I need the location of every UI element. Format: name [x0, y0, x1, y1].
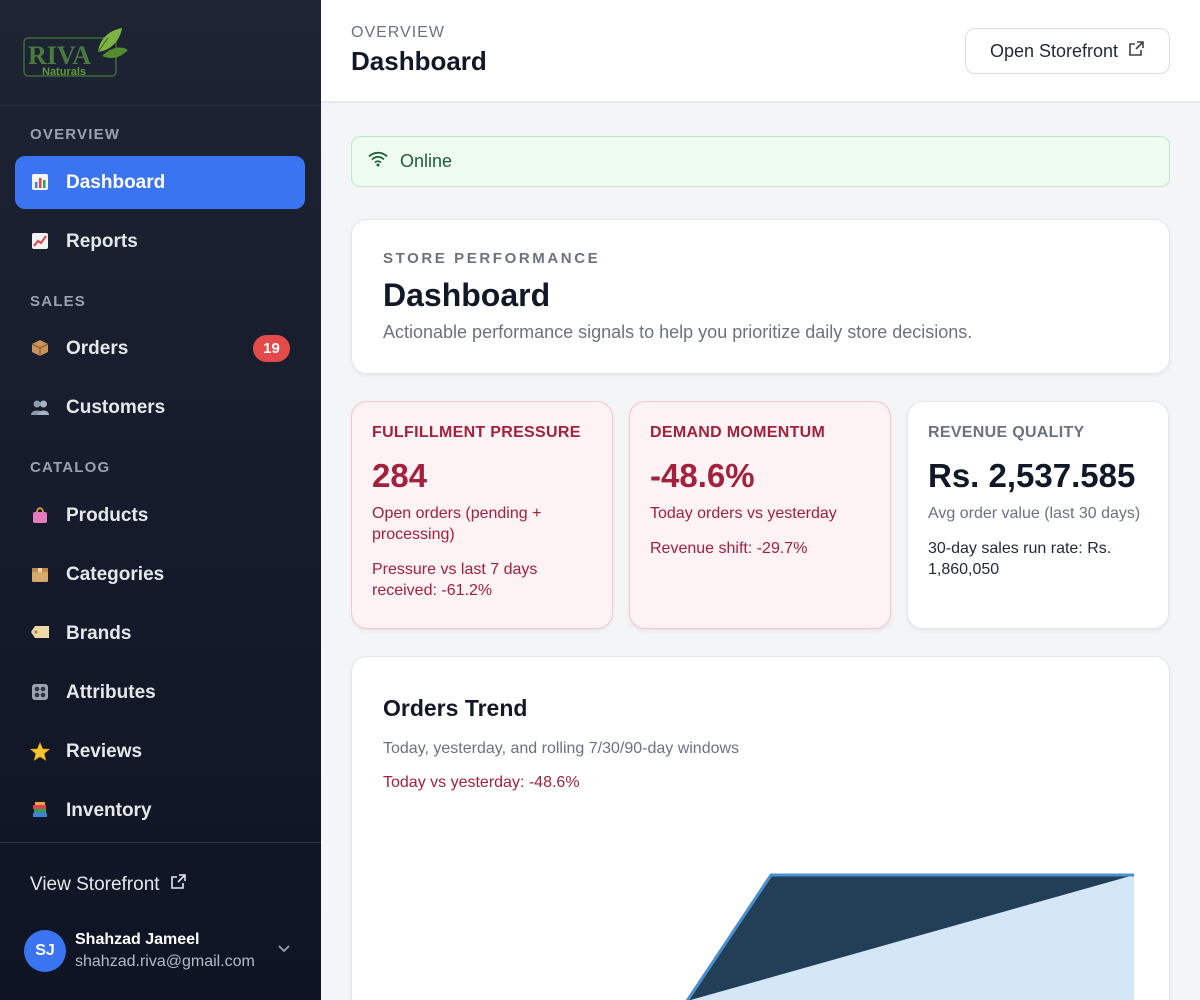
line-chart-icon — [30, 232, 50, 252]
kpi-card-revenue-quality: REVENUE QUALITY Rs. 2,537.585 Avg order … — [907, 401, 1169, 629]
kpi-value: -48.6% — [650, 457, 755, 494]
sidebar-item-inventory[interactable]: Inventory — [15, 784, 305, 837]
sidebar-item-label: Dashboard — [66, 171, 166, 193]
sidebar-item-orders[interactable]: Orders 19 — [15, 322, 305, 375]
nav-section-overview: OVERVIEW — [30, 126, 121, 143]
kpi-label: DEMAND MOMENTUM — [650, 424, 826, 441]
user-name: Shahzad Jameel — [75, 931, 200, 948]
sidebar-footer: View Storefront SJ Shahzad Jameel shahza… — [0, 842, 321, 1000]
external-link-icon — [170, 873, 187, 896]
orders-count-badge: 19 — [253, 335, 290, 362]
package-icon — [30, 339, 50, 359]
orders-trend-subtitle: Today, yesterday, and rolling 7/30/90-da… — [383, 740, 740, 757]
open-storefront-button[interactable]: Open Storefront — [965, 28, 1170, 74]
online-status-label: Online — [400, 151, 453, 171]
kpi-label: FULFILLMENT PRESSURE — [372, 424, 581, 441]
hero-eyebrow: STORE PERFORMANCE — [383, 250, 601, 267]
kpi-subtitle: Today orders vs yesterday — [650, 505, 837, 522]
bar-chart-icon — [30, 173, 50, 193]
hero-description: Actionable performance signals to help y… — [383, 322, 973, 342]
orders-trend-title: Orders Trend — [383, 695, 528, 721]
view-storefront-link[interactable]: View Storefront — [30, 873, 187, 896]
view-storefront-label: View Storefront — [30, 873, 160, 895]
online-status-banner: Online — [351, 136, 1170, 187]
kpi-note: 30-day sales run rate: Rs. 1,860,050 — [928, 540, 1112, 578]
kpi-note: Revenue shift: -29.7% — [650, 540, 808, 557]
chevron-down-icon[interactable] — [276, 940, 292, 961]
store-performance-card: STORE PERFORMANCE Dashboard Actionable p… — [351, 219, 1170, 374]
sidebar-item-products[interactable]: Products — [15, 489, 305, 542]
sidebar-item-label: Reviews — [66, 740, 143, 762]
sidebar: RIVA Naturals OVERVIEW Dashboard Reports… — [0, 0, 321, 1000]
kpi-subtitle: Open orders (pending + processing) — [372, 505, 542, 543]
box-icon — [30, 565, 50, 585]
orders-trend-note: Today vs yesterday: -48.6% — [383, 774, 580, 791]
kpi-label: REVENUE QUALITY — [928, 424, 1085, 441]
kpi-note: Pressure vs last 7 days received: -61.2% — [372, 561, 538, 599]
external-link-icon — [1128, 40, 1145, 62]
sidebar-item-label: Products — [66, 504, 149, 526]
sidebar-item-label: Reports — [66, 230, 138, 252]
sidebar-item-reports[interactable]: Reports — [15, 215, 305, 268]
open-storefront-label: Open Storefront — [989, 40, 1119, 61]
page-title: Dashboard — [351, 46, 487, 76]
control-knobs-icon — [30, 683, 50, 703]
sidebar-item-label: Brands — [66, 622, 132, 644]
nav-section-sales: SALES — [30, 293, 87, 310]
sidebar-item-customers[interactable]: Customers — [15, 381, 305, 434]
star-icon — [29, 741, 51, 762]
svg-text:Naturals: Naturals — [42, 66, 86, 78]
sidebar-item-label: Orders — [66, 337, 129, 359]
kpi-value: Rs. 2,537.585 — [928, 457, 1136, 494]
sidebar-item-reviews[interactable]: Reviews — [15, 725, 305, 778]
sidebar-item-label: Categories — [66, 563, 165, 585]
tag-icon — [30, 624, 50, 644]
books-icon — [30, 801, 50, 821]
sidebar-item-label: Customers — [66, 396, 166, 418]
orders-trend-card: Orders Trend Today, yesterday, and rolli… — [351, 656, 1170, 1000]
nav-section-catalog: CATALOG — [30, 459, 111, 476]
kpi-card-demand-momentum: DEMAND MOMENTUM -48.6% Today orders vs y… — [629, 401, 891, 629]
avatar[interactable]: SJ — [24, 930, 66, 972]
sidebar-item-attributes[interactable]: Attributes — [15, 666, 305, 719]
hero-title: Dashboard — [383, 277, 551, 313]
sidebar-item-dashboard[interactable]: Dashboard — [15, 156, 305, 209]
users-icon — [30, 398, 50, 418]
sidebar-item-label: Attributes — [66, 681, 156, 703]
kpi-value: 284 — [372, 457, 428, 494]
sidebar-item-label: Inventory — [66, 799, 152, 821]
kpi-subtitle: Avg order value (last 30 days) — [928, 505, 1141, 522]
wifi-icon — [368, 151, 388, 172]
top-header: OVERVIEW Dashboard Open Storefront — [321, 0, 1200, 103]
sidebar-item-categories[interactable]: Categories — [15, 548, 305, 601]
sidebar-item-brands[interactable]: Brands — [15, 607, 305, 660]
user-email: shahzad.riva@gmail.com — [75, 953, 255, 970]
kpi-card-fulfillment-pressure: FULFILLMENT PRESSURE 284 Open orders (pe… — [351, 401, 613, 629]
breadcrumb: OVERVIEW — [351, 24, 445, 41]
brand-logo[interactable]: RIVA Naturals — [0, 0, 321, 106]
shopping-bag-icon — [30, 506, 50, 526]
